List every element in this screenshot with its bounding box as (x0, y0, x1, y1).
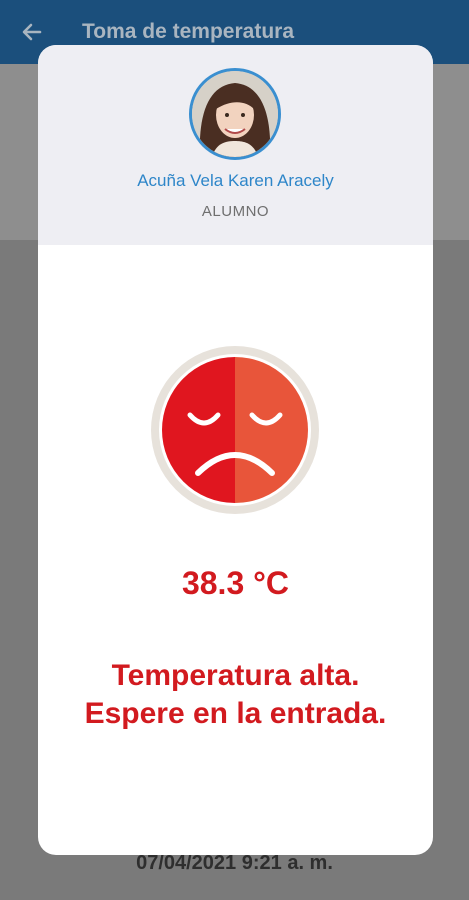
record-date: 07/04/2021 9:21 a. m. (136, 852, 333, 874)
student-avatar (189, 68, 281, 160)
status-message-line-2: Espere en la entrada. (84, 697, 387, 730)
student-role: ALUMNO (201, 203, 270, 220)
status-message: Temperatura alta. Espere en la entrada. (38, 657, 433, 733)
back-arrow-icon[interactable] (18, 18, 46, 46)
temperature-result-dialog: Acuña Vela Karen Aracely ALUMNO 38.3 °C … (38, 45, 433, 855)
temperature-value: 38.3 °C (181, 565, 290, 601)
student-name: Acuña Vela Karen Aracely (137, 171, 334, 190)
status-message-line-1: Temperatura alta. (111, 659, 360, 692)
sad-face-icon (150, 345, 320, 515)
page-title: Toma de temperatura (82, 20, 294, 43)
student-header: Acuña Vela Karen Aracely ALUMNO (38, 45, 433, 245)
